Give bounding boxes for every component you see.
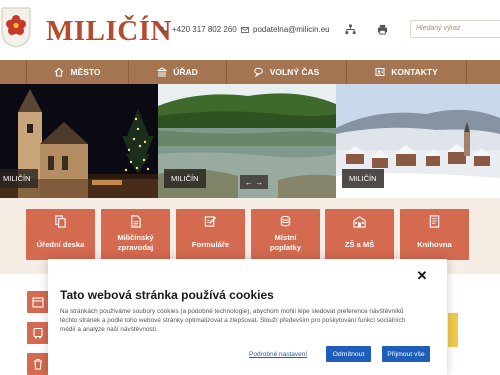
cookie-title: Tato webová stránka používá cookies [60,288,274,302]
tile-label-zpravodaj-2: zpravodaj [117,243,154,252]
tile-label-uredni-deska: Úřední deska [36,240,85,249]
school-icon [353,216,366,228]
tile-label-formulare: Formuláře [191,240,230,249]
email-address: podatelna@milicin.eu [253,25,330,34]
document-icon [55,215,66,228]
nav-item-mesto[interactable]: MĚSTO [27,60,129,84]
side-link-2[interactable] [27,322,49,344]
nav-label-kontakty: KONTAKTY [391,67,438,77]
bus-icon [33,327,43,339]
tile-label-zs-ms: ZŠ a MŠ [344,240,375,249]
close-icon[interactable]: ✕ [414,268,430,284]
contacts-icon [375,68,385,76]
site-header: MILIČÍN +420 317 802 260 podatelna@milic… [0,0,500,60]
email-contact[interactable]: podatelna@milicin.eu [241,25,330,34]
cookie-consent-dialog: ✕ Tato webová stránka používá cookies Na… [48,259,447,375]
cookie-text-line-3: médií a analýze naší návštěvnosti. [60,326,158,333]
tile-label-zpravodaj-1: Miličínský [117,233,154,242]
envelope-icon [241,26,249,33]
book-icon [429,215,440,228]
cookie-settings-link[interactable]: Podrobné nastavení [249,351,307,358]
nav-label-mesto: MĚSTO [70,67,101,77]
announcement-accent [448,313,458,347]
sitemap-icon[interactable] [345,24,356,35]
tile-formulare[interactable]: Formuláře [176,209,245,260]
nav-item-volny-cas[interactable]: VOLNÝ ČAS [227,60,347,84]
main-navigation: MĚSTO ÚŘAD VOLNÝ ČAS KONTAKTY [0,60,500,84]
nav-label-urad: ÚŘAD [173,67,198,77]
phone-contact[interactable]: +420 317 802 260 [160,25,237,34]
side-link-3[interactable] [27,353,49,375]
town-name[interactable]: MILIČÍN [46,15,172,48]
tile-uredni-deska[interactable]: Úřední deska [26,209,95,260]
slider-arrows-label: ← → [244,177,264,187]
chat-icon [253,67,263,77]
cookie-text-line-2: těchto stránek a podle toho webové strán… [60,317,406,324]
tile-label-poplatky-2: poplatky [269,243,302,252]
slide-caption-1: MILIČÍN [0,169,38,188]
home-icon [55,67,64,77]
slide-night-church[interactable]: MILIČÍN [0,84,158,198]
nav-spacer [0,60,27,84]
slide-caption-3: MILIČÍN [342,169,384,188]
print-icon[interactable] [377,24,388,35]
nav-item-urad[interactable]: ÚŘAD [129,60,227,84]
tile-mistni-poplatky[interactable]: Místní poplatky [251,209,320,260]
cookie-text-line-1: Na stránkách používáme soubory cookies (… [60,308,404,315]
calendar-icon [32,297,44,308]
nav-spacer-end [467,60,500,84]
trash-icon [34,358,42,370]
tile-knihovna[interactable]: Knihovna [400,209,469,260]
nav-label-volny-cas: VOLNÝ ČAS [269,67,320,77]
tile-zs-ms[interactable]: ZŠ a MŠ [325,209,394,260]
accept-all-cookies-button[interactable]: Přijmout vše [382,346,430,362]
cookie-description: Na stránkách používáme soubory cookies (… [60,307,440,334]
slide-winter-town[interactable]: MILIČÍN [336,84,500,198]
search-placeholder: Hledaný výraz [416,25,461,32]
form-icon [204,216,217,227]
nav-item-kontakty[interactable]: KONTAKTY [347,60,467,84]
coins-icon [280,215,291,227]
search-input[interactable]: Hledaný výraz [410,20,500,38]
town-crest-icon[interactable] [0,6,32,48]
phone-number: +420 317 802 260 [172,25,237,34]
reject-cookies-button[interactable]: Odmítnout [326,346,371,362]
slide-caption-2: MILIČÍN [164,169,206,188]
slider-arrows[interactable]: ← → [240,175,268,189]
tile-label-knihovna: Knihovna [417,240,452,249]
phone-icon [161,26,168,33]
building-icon [157,67,168,77]
side-link-1[interactable] [27,291,49,313]
tile-label-poplatky-1: Místní [274,233,297,242]
tile-zpravodaj[interactable]: Miličínský zpravodaj [101,209,170,260]
newspaper-icon [131,215,141,228]
